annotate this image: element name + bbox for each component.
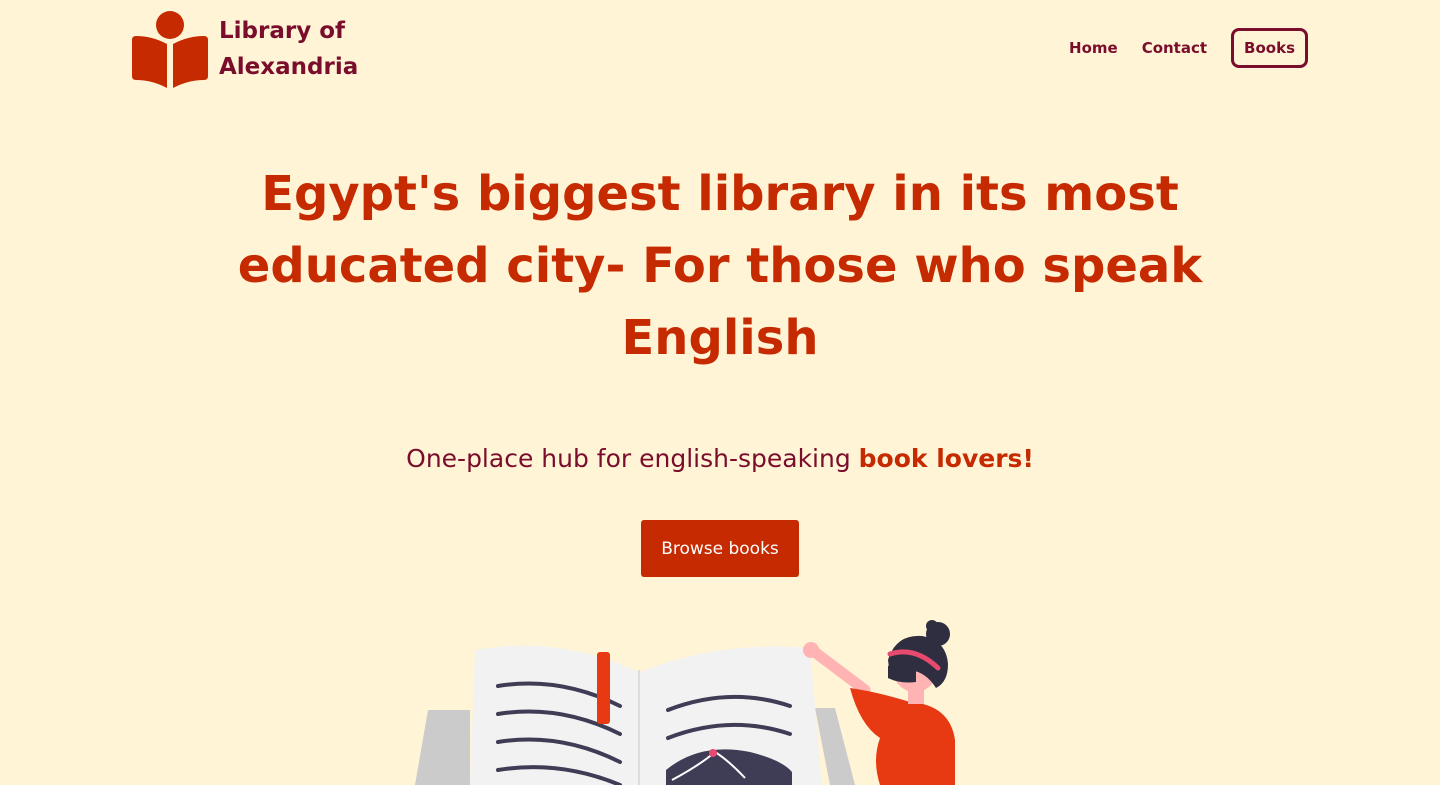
brand-name: Library of Alexandria <box>219 18 359 80</box>
main-nav: Home Contact Books <box>1045 28 1308 68</box>
nav-home-link[interactable]: Home <box>1069 38 1118 58</box>
tagline-text: One-place hub for english-speaking <box>406 444 859 473</box>
tagline-highlight: book lovers! <box>858 444 1034 473</box>
site-logo[interactable]: Library of Alexandria <box>132 10 379 88</box>
book-reader-icon <box>132 11 208 88</box>
browse-books-button[interactable]: Browse books <box>641 520 799 577</box>
reading-woman-open-book-illustration <box>415 620 955 785</box>
hero-headline: Egypt's biggest library in its most educ… <box>237 166 1203 366</box>
hero-tagline: One-place hub for english-speaking book … <box>0 440 1440 478</box>
nav-books-button[interactable]: Books <box>1231 28 1308 68</box>
nav-contact-link[interactable]: Contact <box>1142 38 1207 58</box>
page: Library of Alexandria Home Contact Books… <box>0 0 1440 785</box>
